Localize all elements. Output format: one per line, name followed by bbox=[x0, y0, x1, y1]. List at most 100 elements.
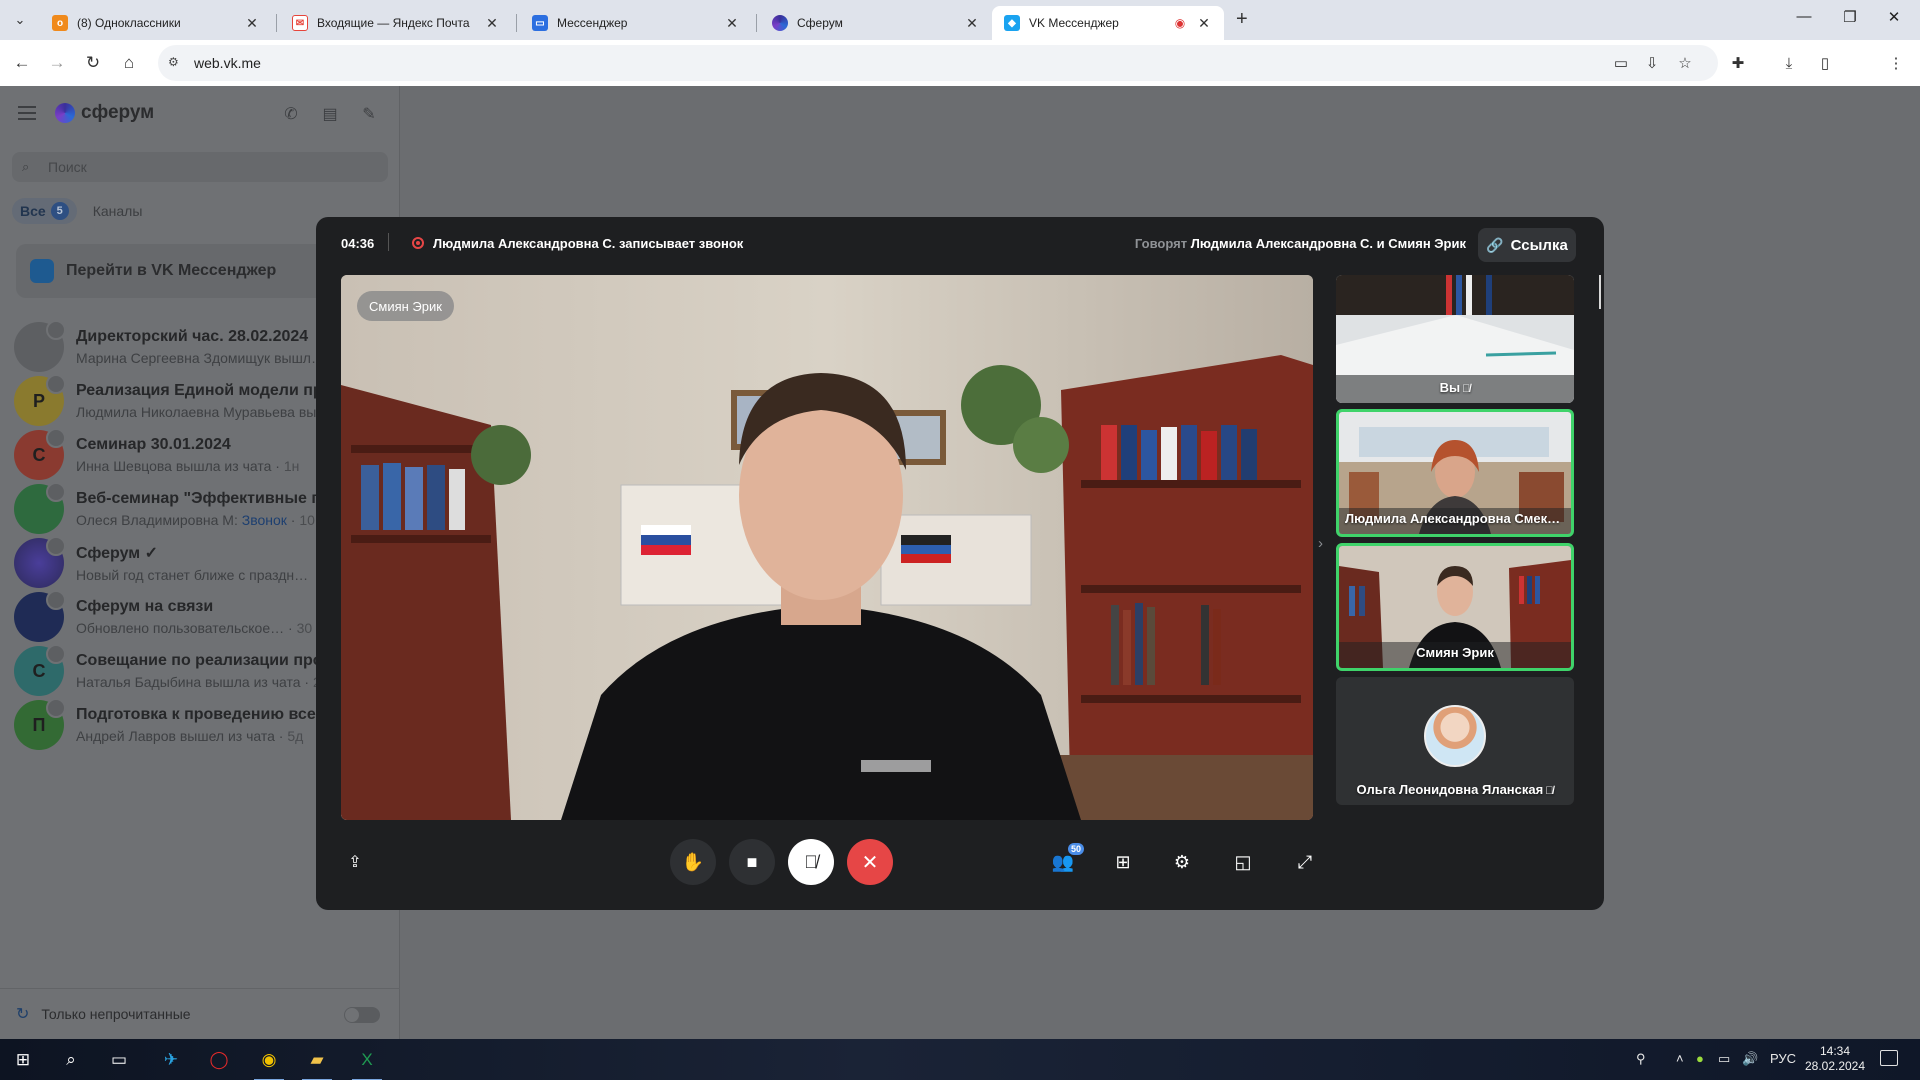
opera-icon[interactable]: ◯ bbox=[204, 1045, 234, 1075]
menu-icon[interactable] bbox=[18, 106, 36, 120]
person-tray-icon[interactable]: ⚲ bbox=[1636, 1051, 1646, 1067]
share-screen-button[interactable]: ⇪ bbox=[332, 839, 378, 885]
main-speaker-video[interactable]: Смиян Эрик bbox=[341, 275, 1313, 820]
notifications-icon[interactable] bbox=[1880, 1050, 1898, 1066]
filter-label: Все bbox=[20, 203, 46, 219]
language-indicator[interactable]: РУС bbox=[1770, 1051, 1796, 1066]
restore-icon[interactable]: ❐ bbox=[1830, 8, 1870, 26]
copy-link-button[interactable]: 🔗 Ссылка bbox=[1478, 228, 1576, 262]
recording-icon bbox=[412, 237, 424, 249]
participant-tile-self[interactable]: Вы 🎙̸ bbox=[1336, 275, 1574, 403]
participants-count-badge: 50 bbox=[1067, 843, 1084, 855]
taskbar-clock[interactable]: 14:34 28.02.2024 bbox=[1800, 1044, 1870, 1074]
participant-name: Ольга Леонидовна Яланская bbox=[1356, 782, 1544, 797]
camera-button[interactable]: ■ bbox=[729, 839, 775, 885]
participant-name: Вы bbox=[1439, 380, 1461, 395]
tab-close-icon[interactable]: ✕ bbox=[964, 15, 980, 32]
file-explorer-icon[interactable]: ▰ bbox=[302, 1045, 332, 1080]
tab-messenger[interactable]: ▭ Мессенджер ✕ bbox=[520, 6, 752, 40]
telegram-icon[interactable]: ✈ bbox=[156, 1045, 186, 1075]
reload-icon[interactable]: ↻ bbox=[82, 52, 104, 74]
tab-yandex-mail[interactable]: ✉ Входящие — Яндекс Почта ✕ bbox=[280, 6, 512, 40]
participants-icon: 👥 bbox=[1051, 851, 1075, 872]
windows-start-icon[interactable]: ⊞ bbox=[8, 1045, 38, 1075]
tab-search-chevron-icon[interactable]: ⌄ bbox=[8, 8, 32, 32]
chat-name: Сферум на связи bbox=[76, 598, 214, 615]
chat-last-message: Андрей Лавров вышел из чата bbox=[76, 728, 275, 744]
participant-tile[interactable]: Людмила Александровна Смека… bbox=[1336, 409, 1574, 537]
side-panel-icon[interactable]: ▯ bbox=[1814, 52, 1836, 74]
link-icon: 🔗 bbox=[1486, 236, 1504, 253]
new-tab-button[interactable]: + bbox=[1236, 8, 1248, 31]
chat-filters: Все 5 Каналы bbox=[12, 198, 158, 224]
chat-name: Директорский час. 28.02.2024 bbox=[76, 328, 309, 345]
tab-close-icon[interactable]: ✕ bbox=[244, 15, 260, 32]
search-input[interactable]: ⌕ Поиск bbox=[12, 152, 388, 182]
search-placeholder: Поиск bbox=[48, 159, 87, 175]
downloads-icon[interactable]: ⤓ bbox=[1778, 52, 1800, 74]
archive-icon[interactable]: ▤ bbox=[319, 103, 341, 125]
sidebar-header: сферум ✆ ▤ ✎ bbox=[0, 86, 400, 142]
minimize-call-button[interactable]: ◱ bbox=[1220, 839, 1266, 885]
camera-in-use-icon[interactable]: ▭ bbox=[1610, 52, 1632, 74]
participant-label: Вы 🎙̸ bbox=[1336, 380, 1574, 395]
chrome-icon[interactable]: ◉ bbox=[254, 1045, 284, 1080]
volume-icon[interactable]: 🔊 bbox=[1742, 1051, 1758, 1067]
home-icon[interactable]: ⌂ bbox=[118, 52, 140, 74]
chat-avatar: П bbox=[14, 698, 66, 750]
back-icon[interactable]: ← bbox=[11, 52, 33, 74]
tab-close-icon[interactable]: ✕ bbox=[724, 15, 740, 32]
tab-vk-messenger[interactable]: ◆ VK Мессенджер ◉ ✕ bbox=[992, 6, 1224, 40]
excel-icon[interactable]: X bbox=[352, 1045, 382, 1080]
sferum-icon bbox=[772, 15, 788, 31]
end-call-button[interactable]: ✕ bbox=[847, 839, 893, 885]
grid-view-button[interactable]: ⊞ bbox=[1100, 839, 1146, 885]
site-settings-icon[interactable]: ⚙ bbox=[168, 55, 184, 71]
address-bar[interactable]: ⚙ web.vk.me bbox=[158, 45, 1718, 81]
install-app-icon[interactable]: ⇩ bbox=[1641, 52, 1663, 74]
close-window-icon[interactable]: ✕ bbox=[1874, 8, 1914, 26]
participant-name: Смиян Эрик bbox=[1416, 645, 1494, 660]
mic-mute-button[interactable]: 🎙̸ bbox=[788, 839, 834, 885]
minimize-icon[interactable]: — bbox=[1784, 8, 1824, 25]
participants-button[interactable]: 👥 50 bbox=[1040, 839, 1086, 885]
tab-close-icon[interactable]: ✕ bbox=[1196, 15, 1212, 32]
new-call-icon[interactable]: ✆ bbox=[280, 103, 302, 125]
settings-button[interactable]: ⚙ bbox=[1159, 839, 1205, 885]
network-icon[interactable]: ▭ bbox=[1718, 1051, 1730, 1067]
tab-close-icon[interactable]: ✕ bbox=[484, 15, 500, 32]
chat-avatar: С bbox=[14, 428, 66, 480]
raise-hand-button[interactable]: ✋ bbox=[670, 839, 716, 885]
call-controls: ⇪ ✋ ■ 🎙̸ ✕ 👥 50 ⊞ ⚙ ◱ ⤢ bbox=[316, 832, 1604, 892]
participant-tile[interactable]: Смиян Эрик bbox=[1336, 543, 1574, 671]
chevron-right-icon[interactable]: › bbox=[1318, 535, 1323, 552]
fullscreen-button[interactable]: ⤢ bbox=[1282, 839, 1328, 885]
security-tray-icon[interactable]: ● bbox=[1696, 1051, 1704, 1066]
task-view-icon[interactable]: ▭ bbox=[104, 1045, 134, 1075]
filter-channels[interactable]: Каналы bbox=[85, 198, 151, 224]
speaking-indicator: Говорят Людмила Александровна С. и Смиян… bbox=[1135, 236, 1466, 251]
tiles-scrollbar[interactable] bbox=[1599, 275, 1601, 309]
forward-icon[interactable]: → bbox=[46, 52, 68, 74]
chat-avatar bbox=[14, 320, 66, 372]
address-url: web.vk.me bbox=[194, 55, 261, 71]
tab-sferum[interactable]: Сферум ✕ bbox=[760, 6, 992, 40]
chat-last-message: Инна Шевцова вышла из чата bbox=[76, 458, 272, 474]
recording-status: Людмила Александровна С. записывает звон… bbox=[433, 236, 744, 251]
tray-expand-icon[interactable]: ˄ bbox=[1676, 1051, 1684, 1066]
chat-time: 5д bbox=[287, 728, 304, 744]
browser-menu-icon[interactable]: ⋮ bbox=[1885, 52, 1907, 74]
link-label: Ссылка bbox=[1510, 236, 1568, 254]
bookmark-star-icon[interactable]: ☆ bbox=[1674, 52, 1696, 74]
chat-last-message: Марина Сергеевна Здомищук вышл… bbox=[76, 350, 325, 366]
extensions-icon[interactable]: ✚ bbox=[1727, 52, 1749, 74]
filter-all[interactable]: Все 5 bbox=[12, 198, 77, 224]
compose-icon[interactable]: ✎ bbox=[358, 103, 380, 125]
app-logo: сферум bbox=[55, 102, 154, 124]
search-icon[interactable]: ⌕ bbox=[56, 1045, 86, 1075]
chat-avatar bbox=[14, 536, 66, 588]
tab-odnoklassniki[interactable]: o (8) Одноклассники ✕ bbox=[40, 6, 272, 40]
participant-tile[interactable]: Ольга Леонидовна Яланская 🎙̸ bbox=[1336, 677, 1574, 805]
unread-only-toggle[interactable] bbox=[344, 1007, 380, 1023]
yandex-mail-icon: ✉ bbox=[292, 15, 308, 31]
